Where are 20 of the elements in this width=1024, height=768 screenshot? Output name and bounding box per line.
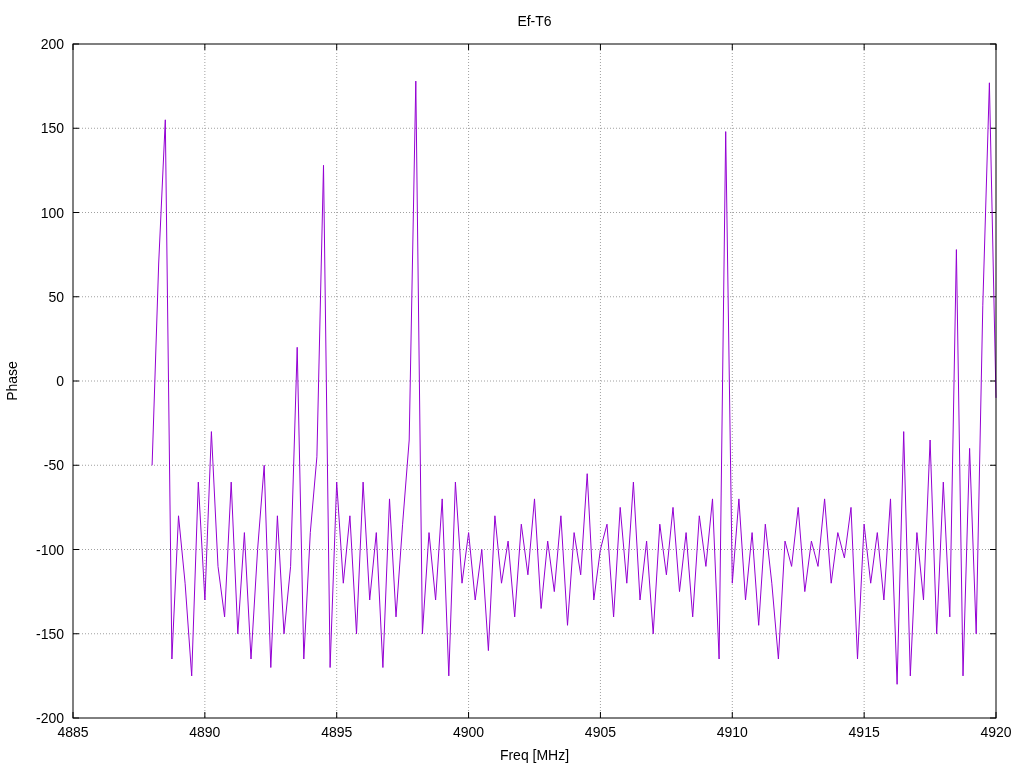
tick-label: -200 xyxy=(35,710,64,726)
chart-title: Ef-T6 xyxy=(517,13,552,29)
tick-label: 100 xyxy=(40,204,64,221)
tick-label: 4910 xyxy=(716,724,748,740)
tick-label: 4920 xyxy=(980,724,1012,740)
y-axis-label: Phase xyxy=(4,361,20,401)
tick-label: -50 xyxy=(43,457,64,474)
tick-label: 200 xyxy=(40,36,64,52)
tick-label: -150 xyxy=(35,625,64,642)
x-axis-label: Freq [MHz] xyxy=(499,747,570,763)
tick-label: 0 xyxy=(56,373,64,389)
tick-label: -100 xyxy=(35,541,64,558)
tick-label: 150 xyxy=(40,120,64,137)
tick-label: 4895 xyxy=(321,724,353,740)
tick-label: 50 xyxy=(48,288,64,305)
tick-label: 4890 xyxy=(189,724,221,740)
tick-label: 4900 xyxy=(453,724,485,740)
tick-label: 4885 xyxy=(57,724,89,740)
tick-label: 4905 xyxy=(584,724,616,740)
tick-label: 4915 xyxy=(848,724,880,740)
